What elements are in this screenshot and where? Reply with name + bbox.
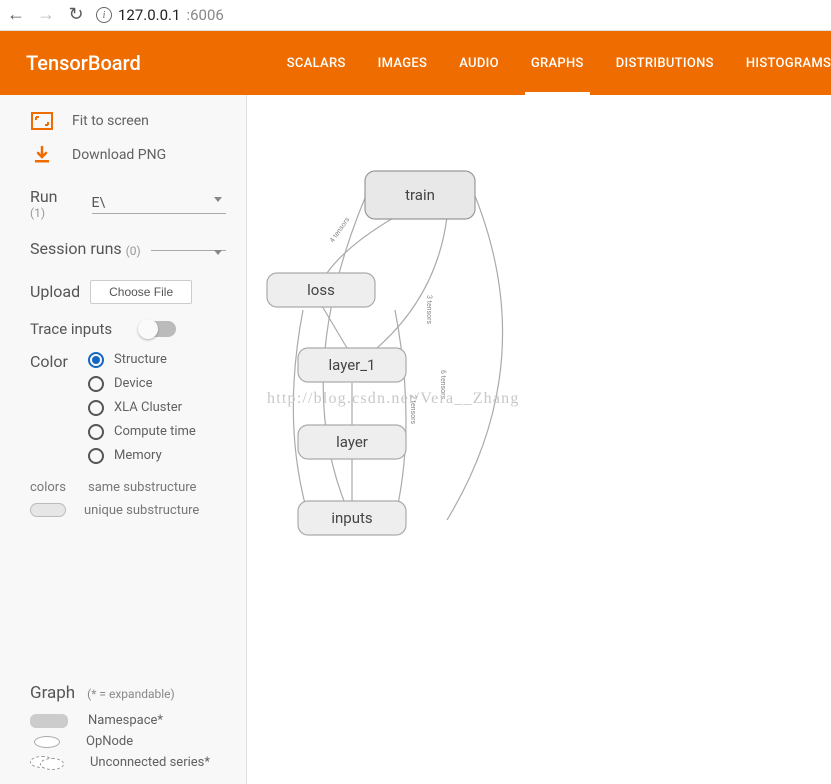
run-select[interactable]: E\ xyxy=(92,193,226,214)
radio-icon xyxy=(88,448,104,464)
tab-images[interactable]: IMAGES xyxy=(362,31,444,95)
watermark: http://blog.csdn.net/Vera__Zhang xyxy=(267,390,520,408)
trace-inputs-toggle[interactable] xyxy=(140,321,176,337)
address-bar[interactable]: i 127.0.0.1 :6006 xyxy=(96,6,224,24)
run-selector-row: Run (1) E\ xyxy=(0,183,246,224)
forward-icon[interactable]: → xyxy=(36,6,56,24)
sidebar: Fit to screen Download PNG Run (1) E\ Se… xyxy=(0,95,247,784)
tab-distributions[interactable]: DISTRIBUTIONS xyxy=(600,31,730,95)
edge-label: 3 tensors xyxy=(425,295,433,325)
namespace-icon xyxy=(30,714,68,728)
download-icon xyxy=(30,143,54,167)
graph-legend: Graph (* = expandable) Namespace* OpNode… xyxy=(0,683,246,784)
session-label: Session runs xyxy=(30,240,122,258)
radio-device[interactable]: Device xyxy=(88,376,196,392)
fit-label: Fit to screen xyxy=(72,113,149,129)
url-host: 127.0.0.1 xyxy=(118,6,180,24)
node-layer-label: layer xyxy=(336,433,368,451)
opnode-icon xyxy=(34,736,60,748)
radio-xla-cluster[interactable]: XLA Cluster xyxy=(88,400,196,416)
color-label: Color xyxy=(30,352,70,371)
unconnected-icon xyxy=(30,756,70,769)
tab-histograms[interactable]: HISTOGRAMS xyxy=(730,31,831,95)
radio-structure[interactable]: Structure xyxy=(88,352,196,368)
upload-label: Upload xyxy=(30,282,80,301)
download-label: Download PNG xyxy=(72,147,166,163)
tab-scalars[interactable]: SCALARS xyxy=(271,31,362,95)
radio-icon xyxy=(88,376,104,392)
session-select[interactable] xyxy=(151,246,226,251)
reload-icon[interactable]: ↻ xyxy=(66,6,86,24)
color-radio-group: Color Structure Device XLA Cluster Compu… xyxy=(0,348,246,468)
node-loss-label: loss xyxy=(307,281,335,299)
node-layer1-label: layer_1 xyxy=(329,356,376,374)
fit-to-screen-button[interactable]: Fit to screen xyxy=(30,109,226,133)
radio-memory[interactable]: Memory xyxy=(88,448,196,464)
radio-icon xyxy=(88,352,104,368)
upload-row: Upload Choose File xyxy=(0,276,246,308)
trace-label: Trace inputs xyxy=(30,320,112,338)
session-count: (0) xyxy=(126,244,141,258)
choose-file-button[interactable]: Choose File xyxy=(90,280,192,304)
tab-graphs[interactable]: GRAPHS xyxy=(515,31,600,95)
header-tabs: SCALARS IMAGES AUDIO GRAPHS DISTRIBUTION… xyxy=(271,31,831,95)
fit-screen-icon xyxy=(30,109,54,133)
legend-namespace: Namespace* xyxy=(30,713,226,728)
run-count: (1) xyxy=(30,206,58,220)
tab-audio[interactable]: AUDIO xyxy=(443,31,515,95)
chevron-down-icon xyxy=(214,250,222,255)
legend-same: same substructure xyxy=(88,480,196,495)
legend-unique: unique substructure xyxy=(84,503,199,518)
unique-swatch-icon xyxy=(30,503,66,517)
back-icon[interactable]: ← xyxy=(6,6,26,24)
run-label: Run xyxy=(30,187,58,206)
legend-unconnected: Unconnected series* xyxy=(30,755,226,770)
graph-canvas[interactable]: 4 tensors 3 tensors 6 tensors 2 tensors … xyxy=(247,95,831,784)
legend-opnode: OpNode xyxy=(30,734,226,749)
graph-svg: 4 tensors 3 tensors 6 tensors 2 tensors … xyxy=(247,95,831,784)
radio-icon xyxy=(88,424,104,440)
node-train-label: train xyxy=(405,186,435,204)
radio-compute-time[interactable]: Compute time xyxy=(88,424,196,440)
graph-legend-subtitle: (* = expandable) xyxy=(87,687,175,701)
legend-same-row: colors same substructure xyxy=(0,476,246,499)
url-port: :6006 xyxy=(186,6,223,24)
trace-inputs-row: Trace inputs xyxy=(0,316,246,342)
download-png-button[interactable]: Download PNG xyxy=(30,143,226,167)
browser-bar: ← → ↻ i 127.0.0.1 :6006 xyxy=(0,0,831,31)
radio-icon xyxy=(88,400,104,416)
colors-word: colors xyxy=(30,480,70,495)
legend-unique-row: unique substructure xyxy=(0,499,246,522)
app-title: TensorBoard xyxy=(0,51,141,75)
info-icon[interactable]: i xyxy=(96,7,112,23)
edge-label: 4 tensors xyxy=(328,215,351,244)
tensorboard-header: TensorBoard SCALARS IMAGES AUDIO GRAPHS … xyxy=(0,31,831,95)
chevron-down-icon xyxy=(214,197,222,202)
graph-legend-title: Graph xyxy=(30,683,75,703)
node-inputs-label: inputs xyxy=(331,509,372,527)
session-runs-row: Session runs (0) xyxy=(0,236,246,262)
